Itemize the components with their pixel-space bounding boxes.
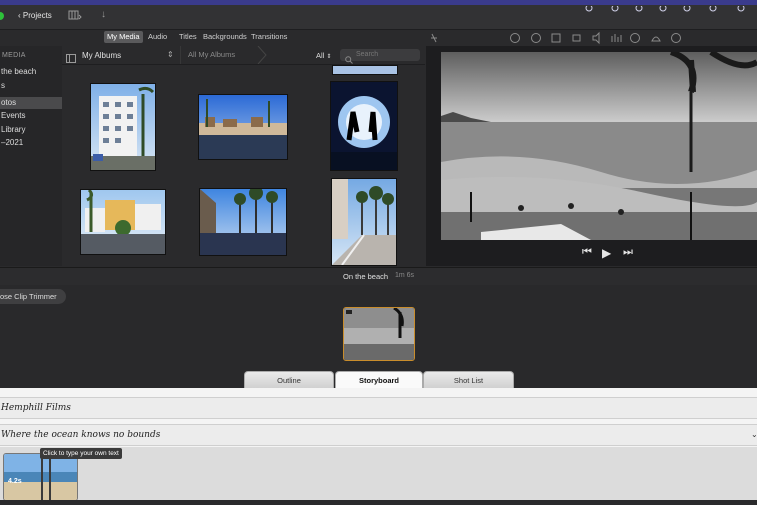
play-icon[interactable]: ▶ (602, 246, 611, 260)
tab-titles[interactable]: Titles (176, 31, 200, 43)
sidebar-item-s[interactable]: s (0, 80, 63, 92)
next-icon[interactable]: ⏭ (623, 246, 633, 259)
sidebar-item-2021[interactable]: –2021 (0, 137, 63, 149)
breadcrumb-all-albums[interactable]: All My Albums (188, 50, 235, 59)
project-duration: 1m 6s (395, 272, 415, 279)
video-preview[interactable] (441, 52, 757, 240)
system-toolbar-icons (575, 0, 757, 12)
projects-button[interactable]: ‹ Projects (18, 11, 52, 20)
media-grid (62, 65, 425, 266)
filter-label: All (316, 51, 325, 60)
projects-label: Projects (22, 11, 52, 20)
sidebar-item-library[interactable]: Library (0, 124, 63, 136)
photo-thumbnail[interactable] (90, 83, 156, 171)
back-chevron-icon: ‹ (18, 11, 21, 20)
filter-select[interactable]: All ⇕ (316, 51, 331, 60)
tab-shot-list[interactable]: Shot List (423, 371, 514, 389)
album-select[interactable]: My Albums (82, 51, 121, 60)
media-layout-icon[interactable] (68, 10, 82, 23)
photo-thumbnail[interactable] (330, 81, 398, 171)
tab-transitions[interactable]: Transitions (248, 31, 290, 43)
photo-thumbnail[interactable] (198, 94, 288, 160)
sidebar-header: MEDIA (2, 52, 26, 59)
select-chevron-icon: ⇕ (167, 50, 174, 59)
sidebar-item-photos[interactable]: otos (0, 97, 63, 109)
title-text-field[interactable]: Hemphill Films (0, 397, 757, 419)
shot-duration: 4.2s (8, 478, 22, 485)
disclosure-chevron-icon[interactable]: ⌄ (751, 430, 757, 439)
photo-thumbnail[interactable] (199, 186, 287, 256)
tab-my-media[interactable]: My Media (104, 31, 143, 43)
tagline-text-field[interactable]: Where the ocean knows no bounds (0, 424, 757, 446)
timeline-clip[interactable] (343, 307, 415, 361)
photo-thumbnail-partial[interactable] (332, 65, 398, 75)
project-title: On the beach (343, 272, 389, 281)
tooltip: Click to type your own text (40, 448, 122, 459)
sidebar-item-events[interactable]: Events (0, 110, 63, 122)
library-sidebar (0, 46, 62, 266)
bottom-strip (0, 500, 757, 505)
tab-audio[interactable]: Audio (145, 31, 170, 43)
filter-chevron-icon: ⇕ (326, 54, 332, 60)
import-download-icon[interactable]: ↓ (101, 9, 106, 20)
close-clip-trimmer-button[interactable]: ose Clip Trimmer (0, 289, 66, 304)
shot-thumbnail[interactable] (3, 453, 78, 501)
viewer-adjustment-toolbar (426, 31, 757, 45)
tab-storyboard[interactable]: Storyboard (335, 371, 423, 389)
tab-outline[interactable]: Outline (244, 371, 334, 389)
photo-thumbnail[interactable] (80, 188, 166, 255)
previous-icon[interactable]: ⏮ (582, 246, 592, 259)
tab-backgrounds[interactable]: Backgrounds (200, 31, 250, 43)
sidebar-item-the-beach[interactable]: the beach (0, 66, 63, 78)
photo-thumbnail[interactable] (331, 178, 397, 266)
